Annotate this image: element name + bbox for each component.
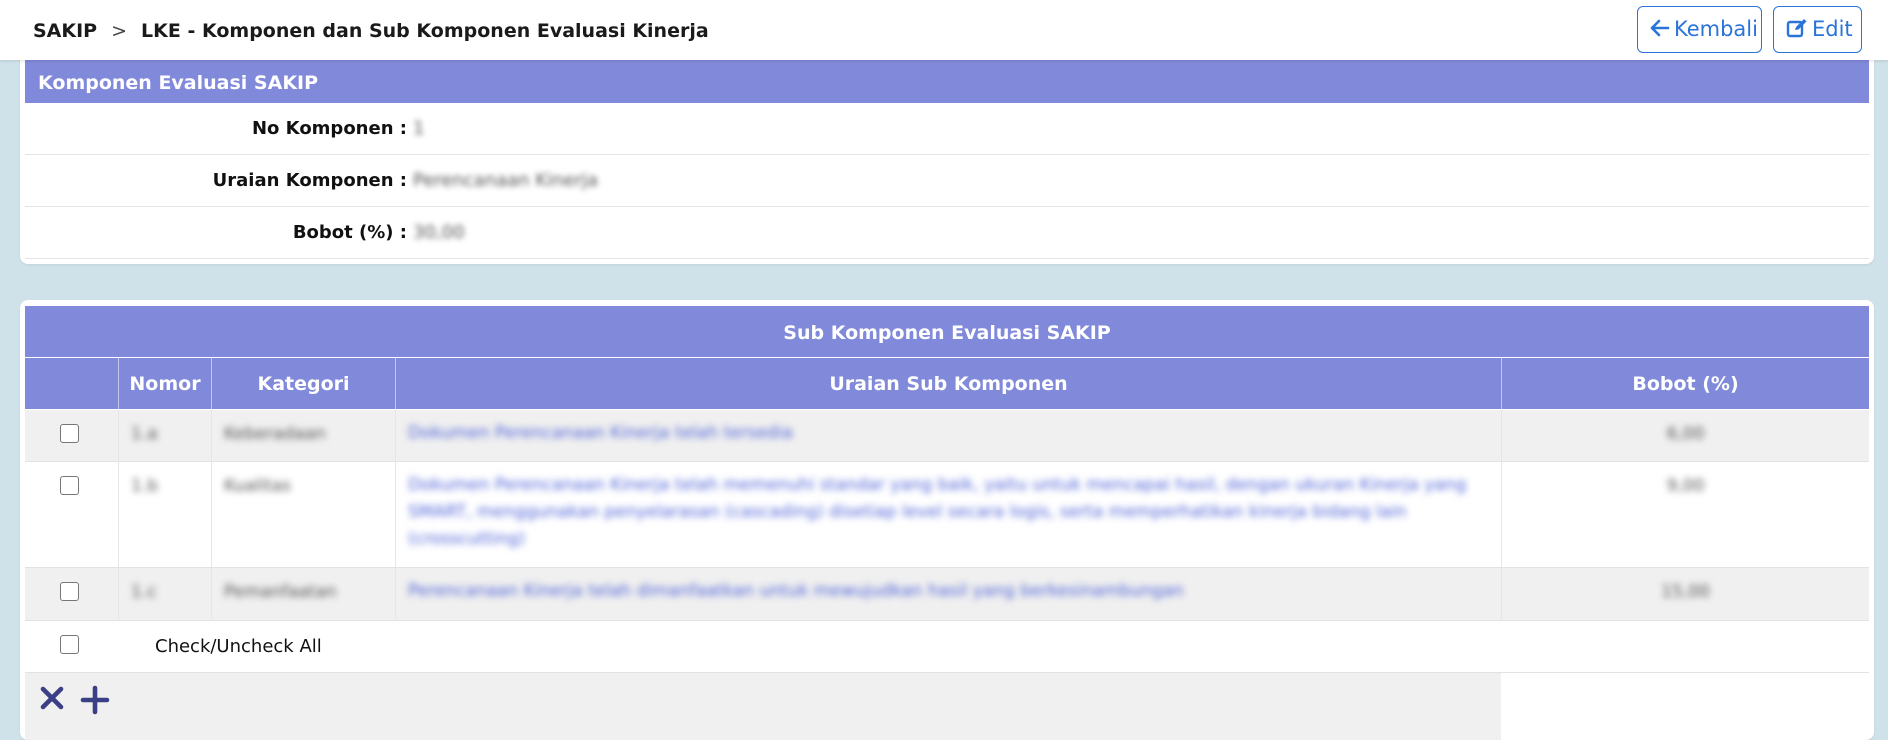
field-label: Uraian Komponen : xyxy=(212,170,407,191)
uraian-cell: Dokumen Perencanaan Kinerja telah memenu… xyxy=(395,462,1501,567)
uraian-cell: Perencanaan Kinerja telah dimanfaatkan u… xyxy=(395,568,1501,620)
bobot-cell: 9,00 xyxy=(1501,462,1869,567)
field-label: No Komponen : xyxy=(251,118,407,139)
row-kategori: Kualitas xyxy=(224,476,291,496)
row-bobot: 9,00 xyxy=(1666,476,1705,496)
row-checkbox[interactable] xyxy=(60,476,79,495)
breadcrumb-root[interactable]: SAKIP xyxy=(33,20,97,42)
table-row[interactable]: 1.c Pemanfaatan Perencanaan Kinerja tela… xyxy=(25,568,1869,621)
check-all-checkbox[interactable] xyxy=(60,635,79,654)
row-nomor: 1.b xyxy=(131,476,159,496)
kategori-cell: Pemanfaatan xyxy=(211,568,395,620)
breadcrumb: SAKIP > LKE - Komponen dan Sub Komponen Ev… xyxy=(33,0,709,60)
bobot-cell: 15,00 xyxy=(1501,568,1869,620)
select-cell xyxy=(25,410,118,461)
check-all-row: Check/Uncheck All xyxy=(25,621,1869,673)
kategori-cell: Keberadaan xyxy=(211,410,395,461)
field-label: Bobot (%) : xyxy=(292,222,407,243)
row-uraian-link[interactable]: Perencanaan Kinerja telah dimanfaatkan u… xyxy=(408,581,1184,601)
select-cell xyxy=(25,621,118,672)
column-header-uraian[interactable]: Uraian Sub Komponen xyxy=(395,358,1501,409)
field-value: Perencanaan Kinerja xyxy=(413,170,599,191)
column-header-select xyxy=(25,358,118,409)
nomor-cell: 1.c xyxy=(118,568,211,620)
row-bobot: 6,00 xyxy=(1666,424,1705,444)
check-all-label[interactable]: Check/Uncheck All xyxy=(155,621,322,673)
row-kategori: Pemanfaatan xyxy=(224,582,337,602)
column-header-nomor[interactable]: Nomor xyxy=(118,358,211,409)
component-card: Komponen Evaluasi SAKIP No Komponen : 1 … xyxy=(20,50,1874,264)
row-kategori: Keberadaan xyxy=(224,424,326,444)
row-uraian-link[interactable]: Dokumen Perencanaan Kinerja telah tersed… xyxy=(408,423,793,443)
row-checkbox[interactable] xyxy=(60,424,79,443)
nomor-cell: 1.a xyxy=(118,410,211,461)
component-card-title: Komponen Evaluasi SAKIP xyxy=(25,60,1869,103)
breadcrumb-current: LKE - Komponen dan Sub Komponen Evaluasi… xyxy=(141,20,709,42)
kategori-cell: Kualitas xyxy=(211,462,395,567)
field-value: 30,00 xyxy=(413,222,465,243)
top-bar: SAKIP > LKE - Komponen dan Sub Komponen Ev… xyxy=(0,0,1888,60)
close-icon[interactable] xyxy=(39,685,65,711)
field-row-no-komponen: No Komponen : 1 xyxy=(25,103,1869,155)
back-button[interactable]: Kembali xyxy=(1637,6,1762,53)
field-row-uraian-komponen: Uraian Komponen : Perencanaan Kinerja xyxy=(25,155,1869,207)
edit-button[interactable]: Edit xyxy=(1773,6,1862,53)
table-row[interactable]: 1.b Kualitas Dokumen Perencanaan Kinerja… xyxy=(25,462,1869,568)
sub-component-card: Sub Komponen Evaluasi SAKIP Nomor Katego… xyxy=(20,300,1874,740)
row-nomor: 1.c xyxy=(131,582,157,602)
table-actions xyxy=(25,673,1501,740)
breadcrumb-separator: > xyxy=(111,20,128,42)
bobot-cell: 6,00 xyxy=(1501,410,1869,461)
field-value: 1 xyxy=(413,118,425,139)
back-button-label: Kembali xyxy=(1674,17,1758,41)
table-row[interactable]: 1.a Keberadaan Dokumen Perencanaan Kiner… xyxy=(25,410,1869,462)
row-bobot: 15,00 xyxy=(1661,582,1710,602)
column-header-kategori[interactable]: Kategori xyxy=(211,358,395,409)
edit-icon xyxy=(1786,19,1807,38)
plus-icon[interactable] xyxy=(80,685,110,715)
arrow-left-icon xyxy=(1650,19,1670,37)
row-nomor: 1.a xyxy=(131,424,158,444)
field-row-bobot: Bobot (%) : 30,00 xyxy=(25,207,1869,259)
row-checkbox[interactable] xyxy=(60,582,79,601)
nomor-cell: 1.b xyxy=(118,462,211,567)
column-header-bobot[interactable]: Bobot (%) xyxy=(1501,358,1869,409)
select-cell xyxy=(25,568,118,620)
row-uraian-link[interactable]: Dokumen Perencanaan Kinerja telah memenu… xyxy=(408,475,1466,549)
uraian-cell: Dokumen Perencanaan Kinerja telah tersed… xyxy=(395,410,1501,461)
edit-button-label: Edit xyxy=(1812,17,1853,41)
sub-table-header: Nomor Kategori Uraian Sub Komponen Bobot… xyxy=(25,358,1869,409)
select-cell xyxy=(25,462,118,567)
sub-table-title: Sub Komponen Evaluasi SAKIP xyxy=(25,306,1869,357)
